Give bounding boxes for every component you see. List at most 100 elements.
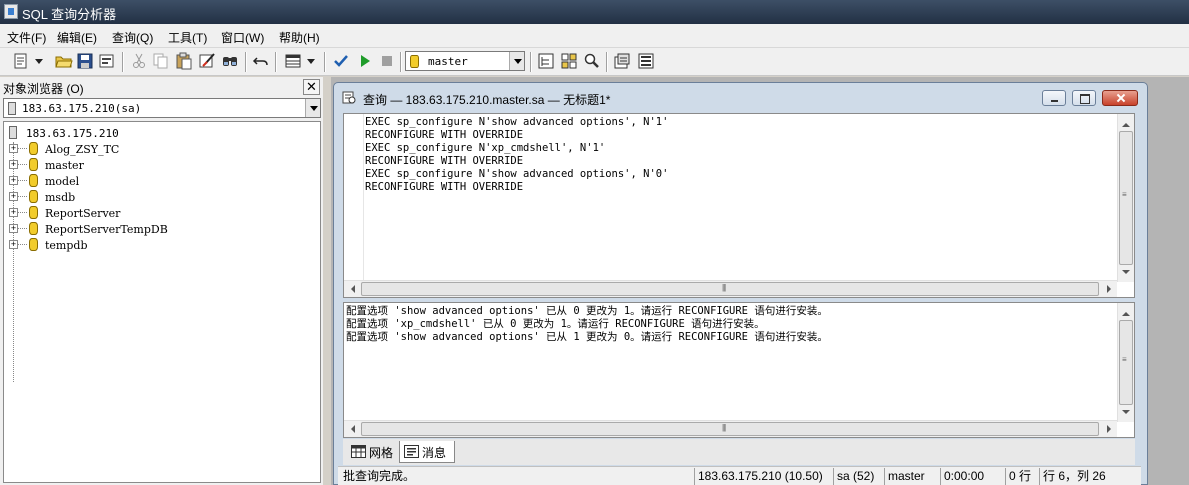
tree-item-database[interactable]: + master [9, 157, 309, 173]
cut-icon[interactable] [130, 52, 148, 70]
grid-icon [351, 445, 366, 458]
parse-icon[interactable] [332, 52, 350, 70]
find-icon[interactable] [221, 52, 239, 70]
status-time: 0:00:00 [940, 468, 1005, 485]
grip-icon: ||| [722, 423, 726, 432]
code-line: EXEC sp_configure N'show advanced option… [365, 116, 669, 128]
message-line: 配置选项 'xp_cmdshell' 已从 0 更改为 1。请运行 RECONF… [346, 318, 765, 330]
options-icon[interactable] [637, 52, 655, 70]
grip-icon: ≡ [1122, 190, 1127, 199]
tree-item-database[interactable]: + tempdb [9, 237, 309, 253]
expand-icon[interactable]: + [9, 144, 18, 153]
tree-item-label: master [45, 159, 84, 172]
object-browser-panel: 对象浏览器 (O) ✕ 183.63.175.210(sa) 183.63.17… [0, 77, 323, 485]
server-select[interactable]: 183.63.175.210(sa) [3, 98, 321, 118]
expand-icon[interactable]: + [9, 160, 18, 169]
messages-horizontal-scrollbar[interactable]: ||| [344, 420, 1117, 437]
expand-icon[interactable]: + [9, 192, 18, 201]
paste-icon[interactable] [175, 52, 193, 70]
menu-query[interactable]: 查询(Q) [112, 29, 153, 46]
scroll-up-icon[interactable] [1118, 303, 1134, 319]
status-message: 批查询完成。 [343, 469, 416, 483]
new-query-icon[interactable] [12, 52, 30, 70]
scroll-thumb[interactable] [361, 282, 1099, 296]
results-mode-dropdown-icon[interactable] [305, 52, 317, 70]
tree-item-database[interactable]: + model [9, 173, 309, 189]
database-icon [29, 174, 38, 187]
status-user: sa (52) [833, 468, 884, 485]
chevron-down-icon[interactable] [305, 99, 320, 117]
sql-code[interactable]: EXEC sp_configure N'show advanced option… [365, 116, 668, 194]
status-database: master [884, 468, 940, 485]
tab-grid[interactable]: 网格 [347, 441, 403, 463]
minimize-button[interactable] [1042, 90, 1066, 106]
messages-pane[interactable]: 配置选项 'show advanced options' 已从 0 更改为 1。… [343, 302, 1135, 438]
copy-icon[interactable] [152, 52, 170, 70]
server-select-value: 183.63.175.210(sa) [22, 102, 142, 115]
chevron-down-icon[interactable] [509, 52, 524, 70]
status-rows: 0 行 [1005, 468, 1039, 485]
server-icon [8, 102, 16, 115]
tree-item-label: Alog_ZSY_TC [45, 143, 120, 156]
menu-edit[interactable]: 编辑(E) [57, 29, 97, 46]
scroll-right-icon[interactable] [1101, 281, 1117, 297]
scroll-right-icon[interactable] [1101, 421, 1117, 437]
menu-window[interactable]: 窗口(W) [221, 29, 264, 46]
query-window-title-bar[interactable]: 查询 — 183.63.175.210.master.sa — 无标题1* [334, 83, 1147, 111]
scroll-up-icon[interactable] [1118, 114, 1134, 130]
results-mode-icon[interactable] [284, 52, 302, 70]
properties-icon[interactable] [613, 52, 631, 70]
grip-icon: ≡ [1122, 355, 1127, 364]
maximize-button[interactable] [1072, 90, 1096, 106]
scroll-down-icon[interactable] [1118, 405, 1134, 421]
scroll-left-icon[interactable] [344, 281, 360, 297]
menu-tools[interactable]: 工具(T) [168, 29, 207, 46]
clear-icon[interactable] [198, 52, 216, 70]
tree-item-database[interactable]: + Alog_ZSY_TC [9, 141, 309, 157]
message-line: 配置选项 'show advanced options' 已从 1 更改为 0。… [346, 331, 828, 343]
close-button[interactable] [1102, 90, 1138, 106]
messages-text: 配置选项 'show advanced options' 已从 0 更改为 1。… [346, 305, 828, 344]
tree-item-database[interactable]: + ReportServer [9, 205, 309, 221]
tab-messages-label: 消息 [422, 446, 447, 460]
open-icon[interactable] [55, 52, 73, 70]
scroll-left-icon[interactable] [344, 421, 360, 437]
cancel-icon[interactable] [378, 52, 396, 70]
object-browser-title: 对象浏览器 (O) [3, 82, 84, 96]
tree-root-label: 183.63.175.210 [26, 127, 119, 140]
menu-file[interactable]: 文件(F) [7, 29, 46, 46]
editor-vertical-scrollbar[interactable]: ≡ [1117, 114, 1134, 282]
object-search-icon[interactable] [560, 52, 578, 70]
code-line: RECONFIGURE WITH OVERRIDE [365, 155, 524, 167]
undo-icon[interactable] [252, 52, 270, 70]
tree-item-database[interactable]: + ReportServerTempDB [9, 221, 309, 237]
panel-splitter[interactable] [323, 77, 331, 485]
save-icon[interactable] [76, 52, 94, 70]
message-line: 配置选项 'show advanced options' 已从 0 更改为 1。… [346, 305, 828, 317]
close-icon[interactable]: ✕ [303, 79, 320, 95]
server-icon [9, 126, 17, 139]
expand-icon[interactable]: + [9, 208, 18, 217]
tree-item-database[interactable]: + msdb [9, 189, 309, 205]
tree-item-label: tempdb [45, 239, 88, 252]
expand-icon[interactable]: + [9, 224, 18, 233]
new-query-dropdown-icon[interactable] [33, 52, 45, 70]
object-browser-icon[interactable] [537, 52, 555, 70]
expand-icon[interactable]: + [9, 240, 18, 249]
insert-template-icon[interactable] [98, 52, 116, 70]
execute-icon[interactable] [356, 52, 374, 70]
menu-help[interactable]: 帮助(H) [279, 29, 320, 46]
editor-horizontal-scrollbar[interactable]: ||| [344, 280, 1117, 297]
tab-messages[interactable]: 消息 [399, 441, 455, 463]
scroll-thumb[interactable] [361, 422, 1099, 436]
scroll-down-icon[interactable] [1118, 265, 1134, 281]
query-window-title: 查询 — 183.63.175.210.master.sa — 无标题1* [363, 93, 611, 107]
messages-vertical-scrollbar[interactable]: ≡ [1117, 303, 1134, 422]
expand-icon[interactable]: + [9, 176, 18, 185]
code-line: EXEC sp_configure N'xp_cmdshell', N'1' [365, 142, 606, 154]
database-select[interactable]: master [405, 51, 525, 71]
toolbar: master [0, 48, 1189, 76]
sql-editor[interactable]: EXEC sp_configure N'show advanced option… [343, 113, 1135, 298]
show-plan-icon[interactable] [583, 52, 601, 70]
status-bar: 批查询完成。 183.63.175.210 (10.50) sa (52) ma… [338, 466, 1141, 485]
